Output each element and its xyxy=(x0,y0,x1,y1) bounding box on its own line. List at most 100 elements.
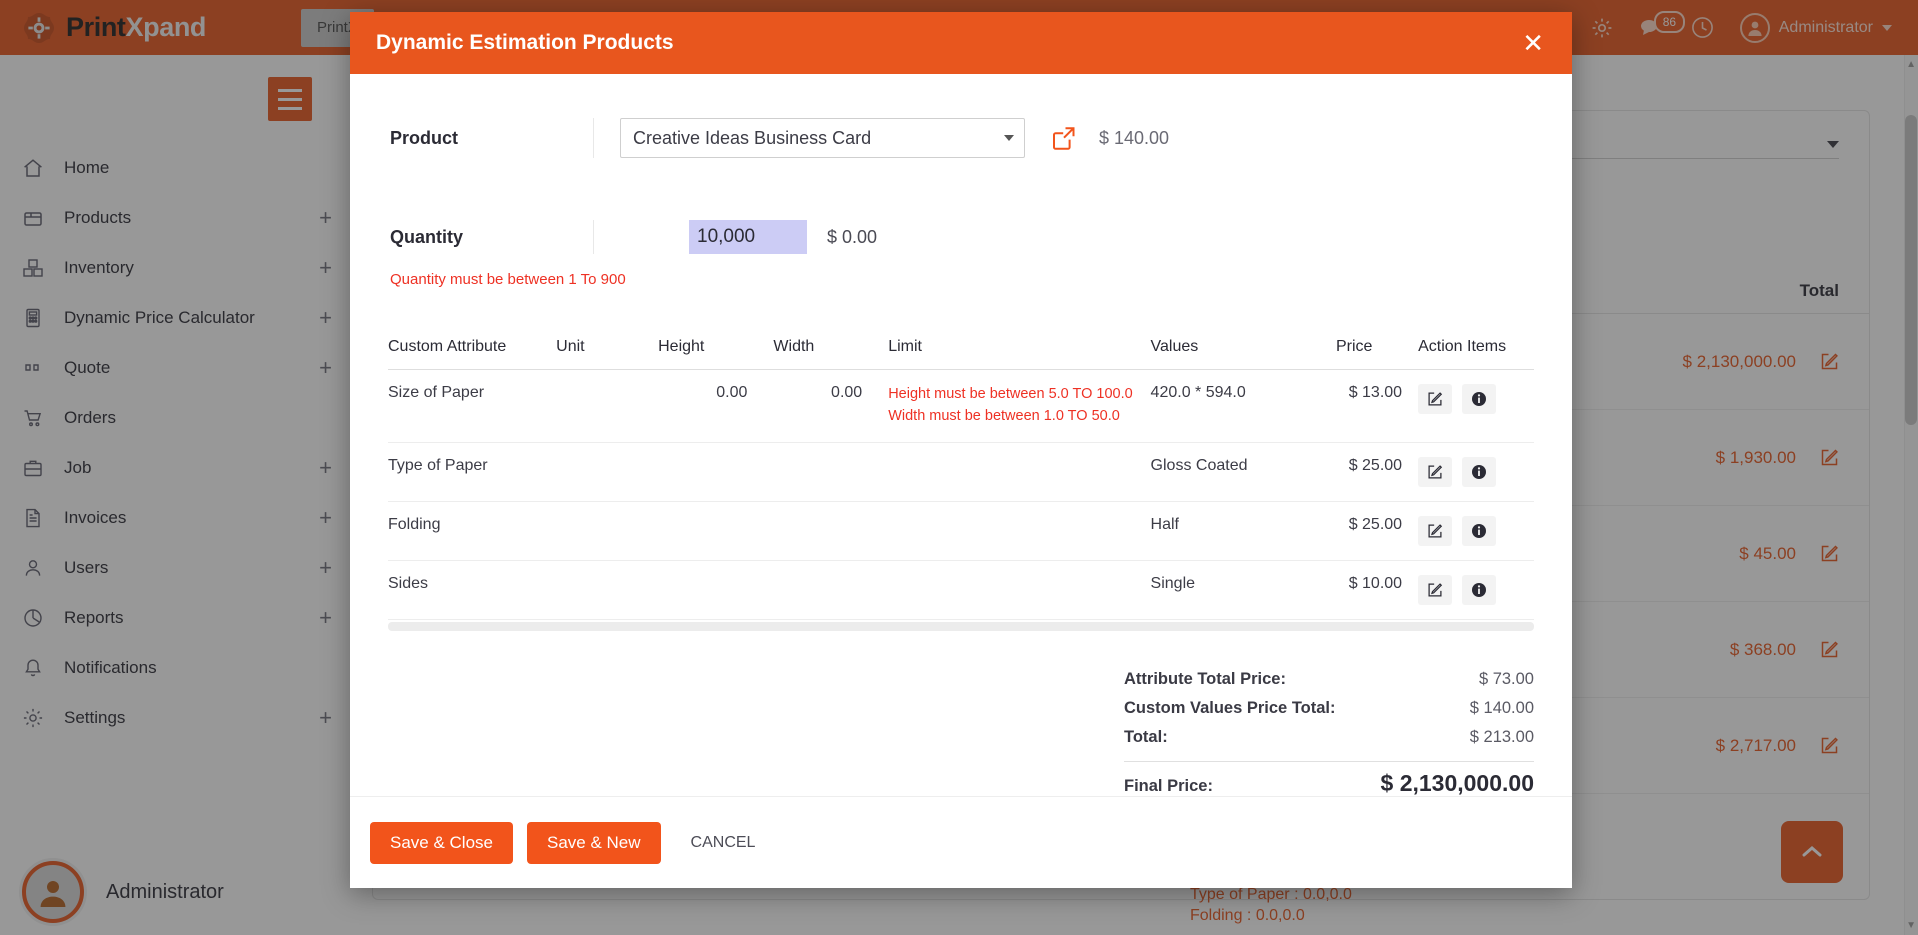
divider xyxy=(1124,761,1534,762)
cell-price: $ 25.00 xyxy=(1336,442,1418,501)
product-select[interactable]: Creative Ideas Business Card xyxy=(620,118,1025,158)
cell-width xyxy=(773,560,888,619)
header-values: Values xyxy=(1151,338,1336,370)
cell-width: 0.00 xyxy=(773,370,888,443)
cell-attribute: Size of Paper xyxy=(388,370,556,443)
cell-actions xyxy=(1418,370,1534,443)
header-price: Price xyxy=(1336,338,1418,370)
cell-unit xyxy=(556,501,658,560)
cell-height: 0.00 xyxy=(658,370,773,443)
quantity-price: $ 0.00 xyxy=(827,227,877,248)
product-price: $ 140.00 xyxy=(1099,128,1169,149)
custom-values-total-label: Custom Values Price Total: xyxy=(1124,699,1336,718)
header-unit: Unit xyxy=(556,338,658,370)
table-row: Type of Paper Gloss Coated $ 25.00 xyxy=(388,442,1534,501)
divider xyxy=(593,118,594,158)
limit-error-height: Height must be between 5.0 TO 100.0 xyxy=(888,384,1150,406)
attributes-table-wrap: Custom Attribute Unit Height Width Limit… xyxy=(388,338,1534,631)
total-row: Total: $ 213.00 xyxy=(1124,723,1534,752)
custom-values-total-value: $ 140.00 xyxy=(1470,699,1534,718)
quantity-input[interactable] xyxy=(689,220,807,254)
cell-values: Gloss Coated xyxy=(1151,442,1336,501)
info-icon[interactable] xyxy=(1462,516,1496,546)
header-width: Width xyxy=(773,338,888,370)
totals-section: Attribute Total Price: $ 73.00 Custom Va… xyxy=(388,665,1534,797)
cell-attribute: Folding xyxy=(388,501,556,560)
cell-price: $ 13.00 xyxy=(1336,370,1418,443)
quantity-label: Quantity xyxy=(388,227,593,248)
limit-error-width: Width must be between 1.0 TO 50.0 xyxy=(888,406,1150,428)
action-buttons xyxy=(1418,516,1534,546)
final-price-label: Final Price: xyxy=(1124,777,1213,796)
divider xyxy=(593,220,594,254)
action-buttons xyxy=(1418,575,1534,605)
attributes-table-head: Custom Attribute Unit Height Width Limit… xyxy=(388,338,1534,370)
table-row: Folding Half $ 25.00 xyxy=(388,501,1534,560)
info-icon[interactable] xyxy=(1462,384,1496,414)
cell-width xyxy=(773,442,888,501)
cell-height xyxy=(658,442,773,501)
cell-height xyxy=(658,560,773,619)
action-buttons xyxy=(1418,384,1534,414)
save-and-close-button[interactable]: Save & Close xyxy=(370,822,513,864)
attribute-total-label: Attribute Total Price: xyxy=(1124,670,1286,689)
header-custom-attribute: Custom Attribute xyxy=(388,338,556,370)
cell-actions xyxy=(1418,560,1534,619)
cell-unit xyxy=(556,370,658,443)
cell-values: Half xyxy=(1151,501,1336,560)
cell-price: $ 10.00 xyxy=(1336,560,1418,619)
header-height: Height xyxy=(658,338,773,370)
quantity-error-message: Quantity must be between 1 To 900 xyxy=(388,271,1534,288)
quantity-row: Quantity $ 0.00 xyxy=(388,220,1534,254)
table-row: Sides Single $ 10.00 xyxy=(388,560,1534,619)
cell-unit xyxy=(556,442,658,501)
cell-limit xyxy=(888,501,1150,560)
attribute-total-value: $ 73.00 xyxy=(1479,670,1534,689)
edit-icon[interactable] xyxy=(1418,575,1452,605)
cell-actions xyxy=(1418,442,1534,501)
cell-price: $ 25.00 xyxy=(1336,501,1418,560)
cell-limit: Height must be between 5.0 TO 100.0 Widt… xyxy=(888,370,1150,443)
edit-icon[interactable] xyxy=(1418,384,1452,414)
final-price-value: $ 2,130,000.00 xyxy=(1381,770,1534,797)
cell-height xyxy=(658,501,773,560)
cell-limit xyxy=(888,442,1150,501)
header-limit: Limit xyxy=(888,338,1150,370)
cell-attribute: Type of Paper xyxy=(388,442,556,501)
modal-footer: Save & Close Save & New CANCEL xyxy=(350,796,1572,888)
external-link-icon[interactable] xyxy=(1051,125,1077,151)
cancel-button[interactable]: CANCEL xyxy=(681,824,766,862)
cell-width xyxy=(773,501,888,560)
attribute-total-row: Attribute Total Price: $ 73.00 xyxy=(1124,665,1534,694)
save-and-new-button[interactable]: Save & New xyxy=(527,822,661,864)
total-value: $ 213.00 xyxy=(1470,728,1534,747)
cell-actions xyxy=(1418,501,1534,560)
info-icon[interactable] xyxy=(1462,457,1496,487)
cell-attribute: Sides xyxy=(388,560,556,619)
modal-body: Product Creative Ideas Business Card $ 1… xyxy=(350,74,1572,796)
cell-limit xyxy=(888,560,1150,619)
header-action-items: Action Items xyxy=(1418,338,1534,370)
total-label: Total: xyxy=(1124,728,1168,747)
modal-title: Dynamic Estimation Products xyxy=(376,31,674,55)
attributes-table-body: Size of Paper 0.00 0.00 Height must be b… xyxy=(388,370,1534,620)
attributes-header-row: Custom Attribute Unit Height Width Limit… xyxy=(388,338,1534,370)
modal-header: Dynamic Estimation Products ✕ xyxy=(350,12,1572,74)
product-label: Product xyxy=(388,128,593,149)
cell-values: 420.0 * 594.0 xyxy=(1151,370,1336,443)
info-icon[interactable] xyxy=(1462,575,1496,605)
app-root: PrintXpand PrintX 86 xyxy=(0,0,1918,935)
edit-icon[interactable] xyxy=(1418,457,1452,487)
custom-values-total-row: Custom Values Price Total: $ 140.00 xyxy=(1124,694,1534,723)
product-row: Product Creative Ideas Business Card $ 1… xyxy=(388,118,1534,158)
totals-inner: Attribute Total Price: $ 73.00 Custom Va… xyxy=(1124,665,1534,797)
product-select-wrap: Creative Ideas Business Card xyxy=(620,118,1025,158)
dynamic-estimation-modal: Dynamic Estimation Products ✕ Product Cr… xyxy=(350,12,1572,888)
attributes-table: Custom Attribute Unit Height Width Limit… xyxy=(388,338,1534,620)
close-icon[interactable]: ✕ xyxy=(1520,30,1546,56)
edit-icon[interactable] xyxy=(1418,516,1452,546)
attributes-horizontal-scrollbar[interactable] xyxy=(388,622,1534,631)
final-price-row: Final Price: $ 2,130,000.00 xyxy=(1124,766,1534,797)
cell-unit xyxy=(556,560,658,619)
action-buttons xyxy=(1418,457,1534,487)
